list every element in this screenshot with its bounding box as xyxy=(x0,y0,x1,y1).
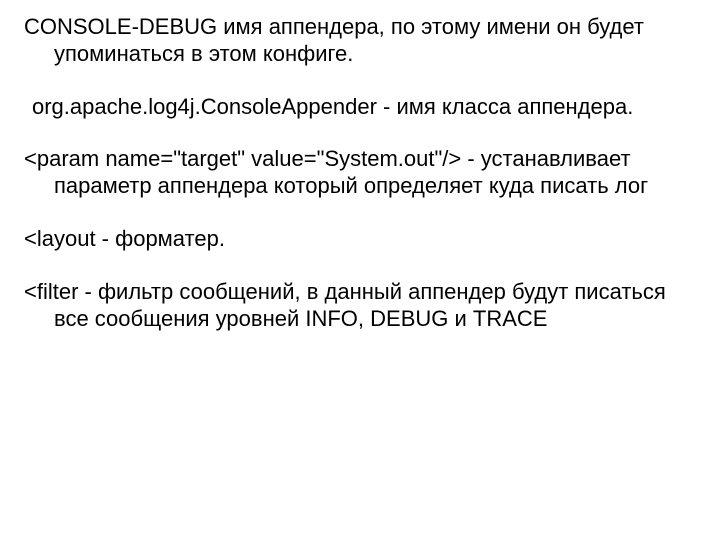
text-layout: <layout - форматер. xyxy=(24,226,696,253)
text-param-target: <param name="target" value="System.out"/… xyxy=(24,146,696,200)
text-filter: <filter - фильтр сообщений, в данный апп… xyxy=(24,279,696,333)
slide-body: CONSOLE-DEBUG имя аппендера, по этому им… xyxy=(0,0,720,540)
text-appender-name: CONSOLE-DEBUG имя аппендера, по этому им… xyxy=(24,14,696,68)
text-appender-class: org.apache.log4j.ConsoleAppender - имя к… xyxy=(24,94,696,121)
